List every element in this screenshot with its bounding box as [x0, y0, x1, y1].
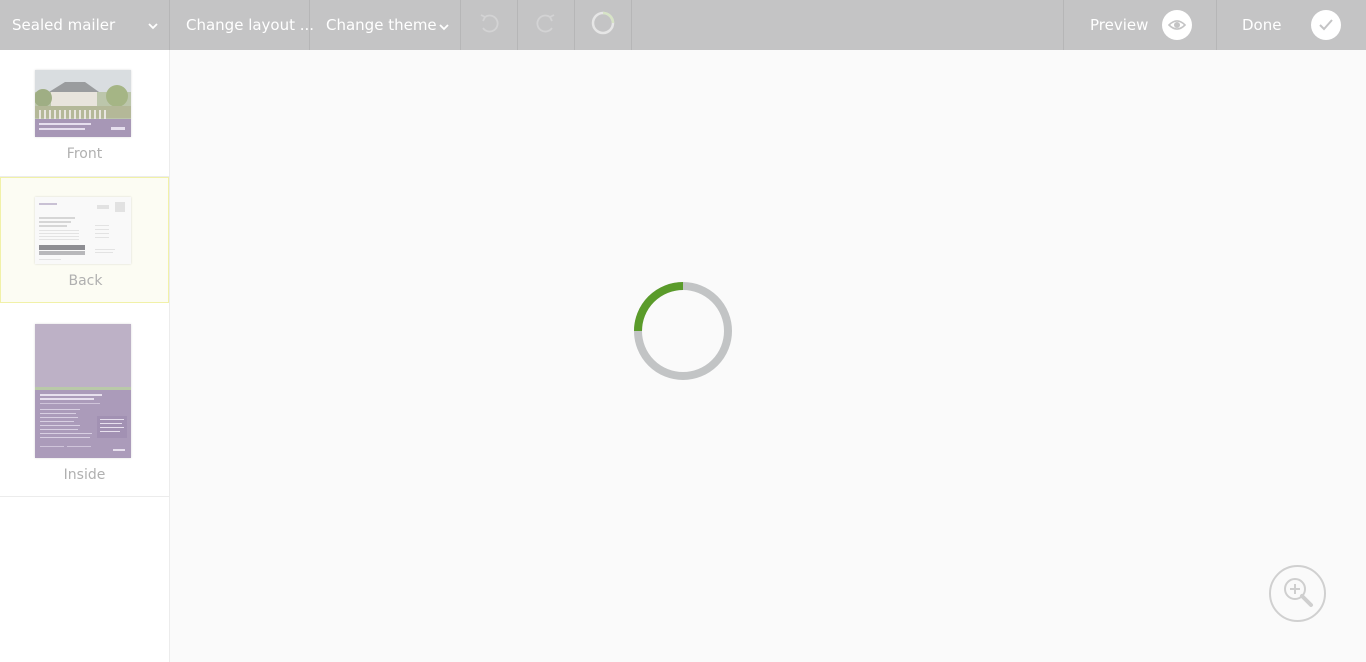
toolbar: Sealed mailer Change layout ... Change t… — [0, 0, 1366, 50]
redo-icon — [534, 11, 558, 39]
change-theme-select[interactable]: Change theme — [310, 0, 461, 50]
change-layout-label: Change layout ... — [186, 16, 315, 34]
zoom-in-icon — [1280, 574, 1316, 614]
done-label: Done — [1242, 16, 1282, 34]
change-layout-button[interactable]: Change layout ... — [170, 0, 314, 50]
change-theme-label: Change theme — [326, 16, 437, 34]
preview-button[interactable]: Preview — [1063, 0, 1217, 50]
page-label: Back — [68, 273, 103, 289]
design-canvas — [170, 50, 1366, 662]
spinner-progress-arc — [634, 282, 684, 332]
undo-button[interactable] — [461, 0, 518, 50]
inside-thumbnail[interactable] — [35, 324, 131, 458]
zoom-in-button[interactable] — [1269, 565, 1326, 622]
chevron-down-icon — [147, 18, 159, 36]
product-select-label: Sealed mailer — [12, 16, 116, 34]
saving-spinner-icon — [590, 10, 616, 40]
loading-spinner — [632, 280, 734, 386]
saving-indicator — [575, 0, 632, 50]
chevron-down-icon — [438, 19, 450, 37]
done-button[interactable]: Done — [1217, 0, 1366, 50]
preview-label: Preview — [1090, 16, 1149, 34]
front-thumbnail[interactable] — [35, 70, 131, 137]
redo-button[interactable] — [518, 0, 575, 50]
eye-icon — [1162, 10, 1192, 40]
page-label: Front — [66, 146, 103, 162]
checkmark-icon — [1311, 10, 1341, 40]
page-list-sidebar: Front Back Inside — [0, 50, 170, 662]
product-select[interactable]: Sealed mailer — [0, 0, 170, 50]
back-thumbnail[interactable] — [35, 197, 131, 264]
undo-icon — [477, 11, 501, 39]
page-label: Inside — [63, 467, 106, 483]
